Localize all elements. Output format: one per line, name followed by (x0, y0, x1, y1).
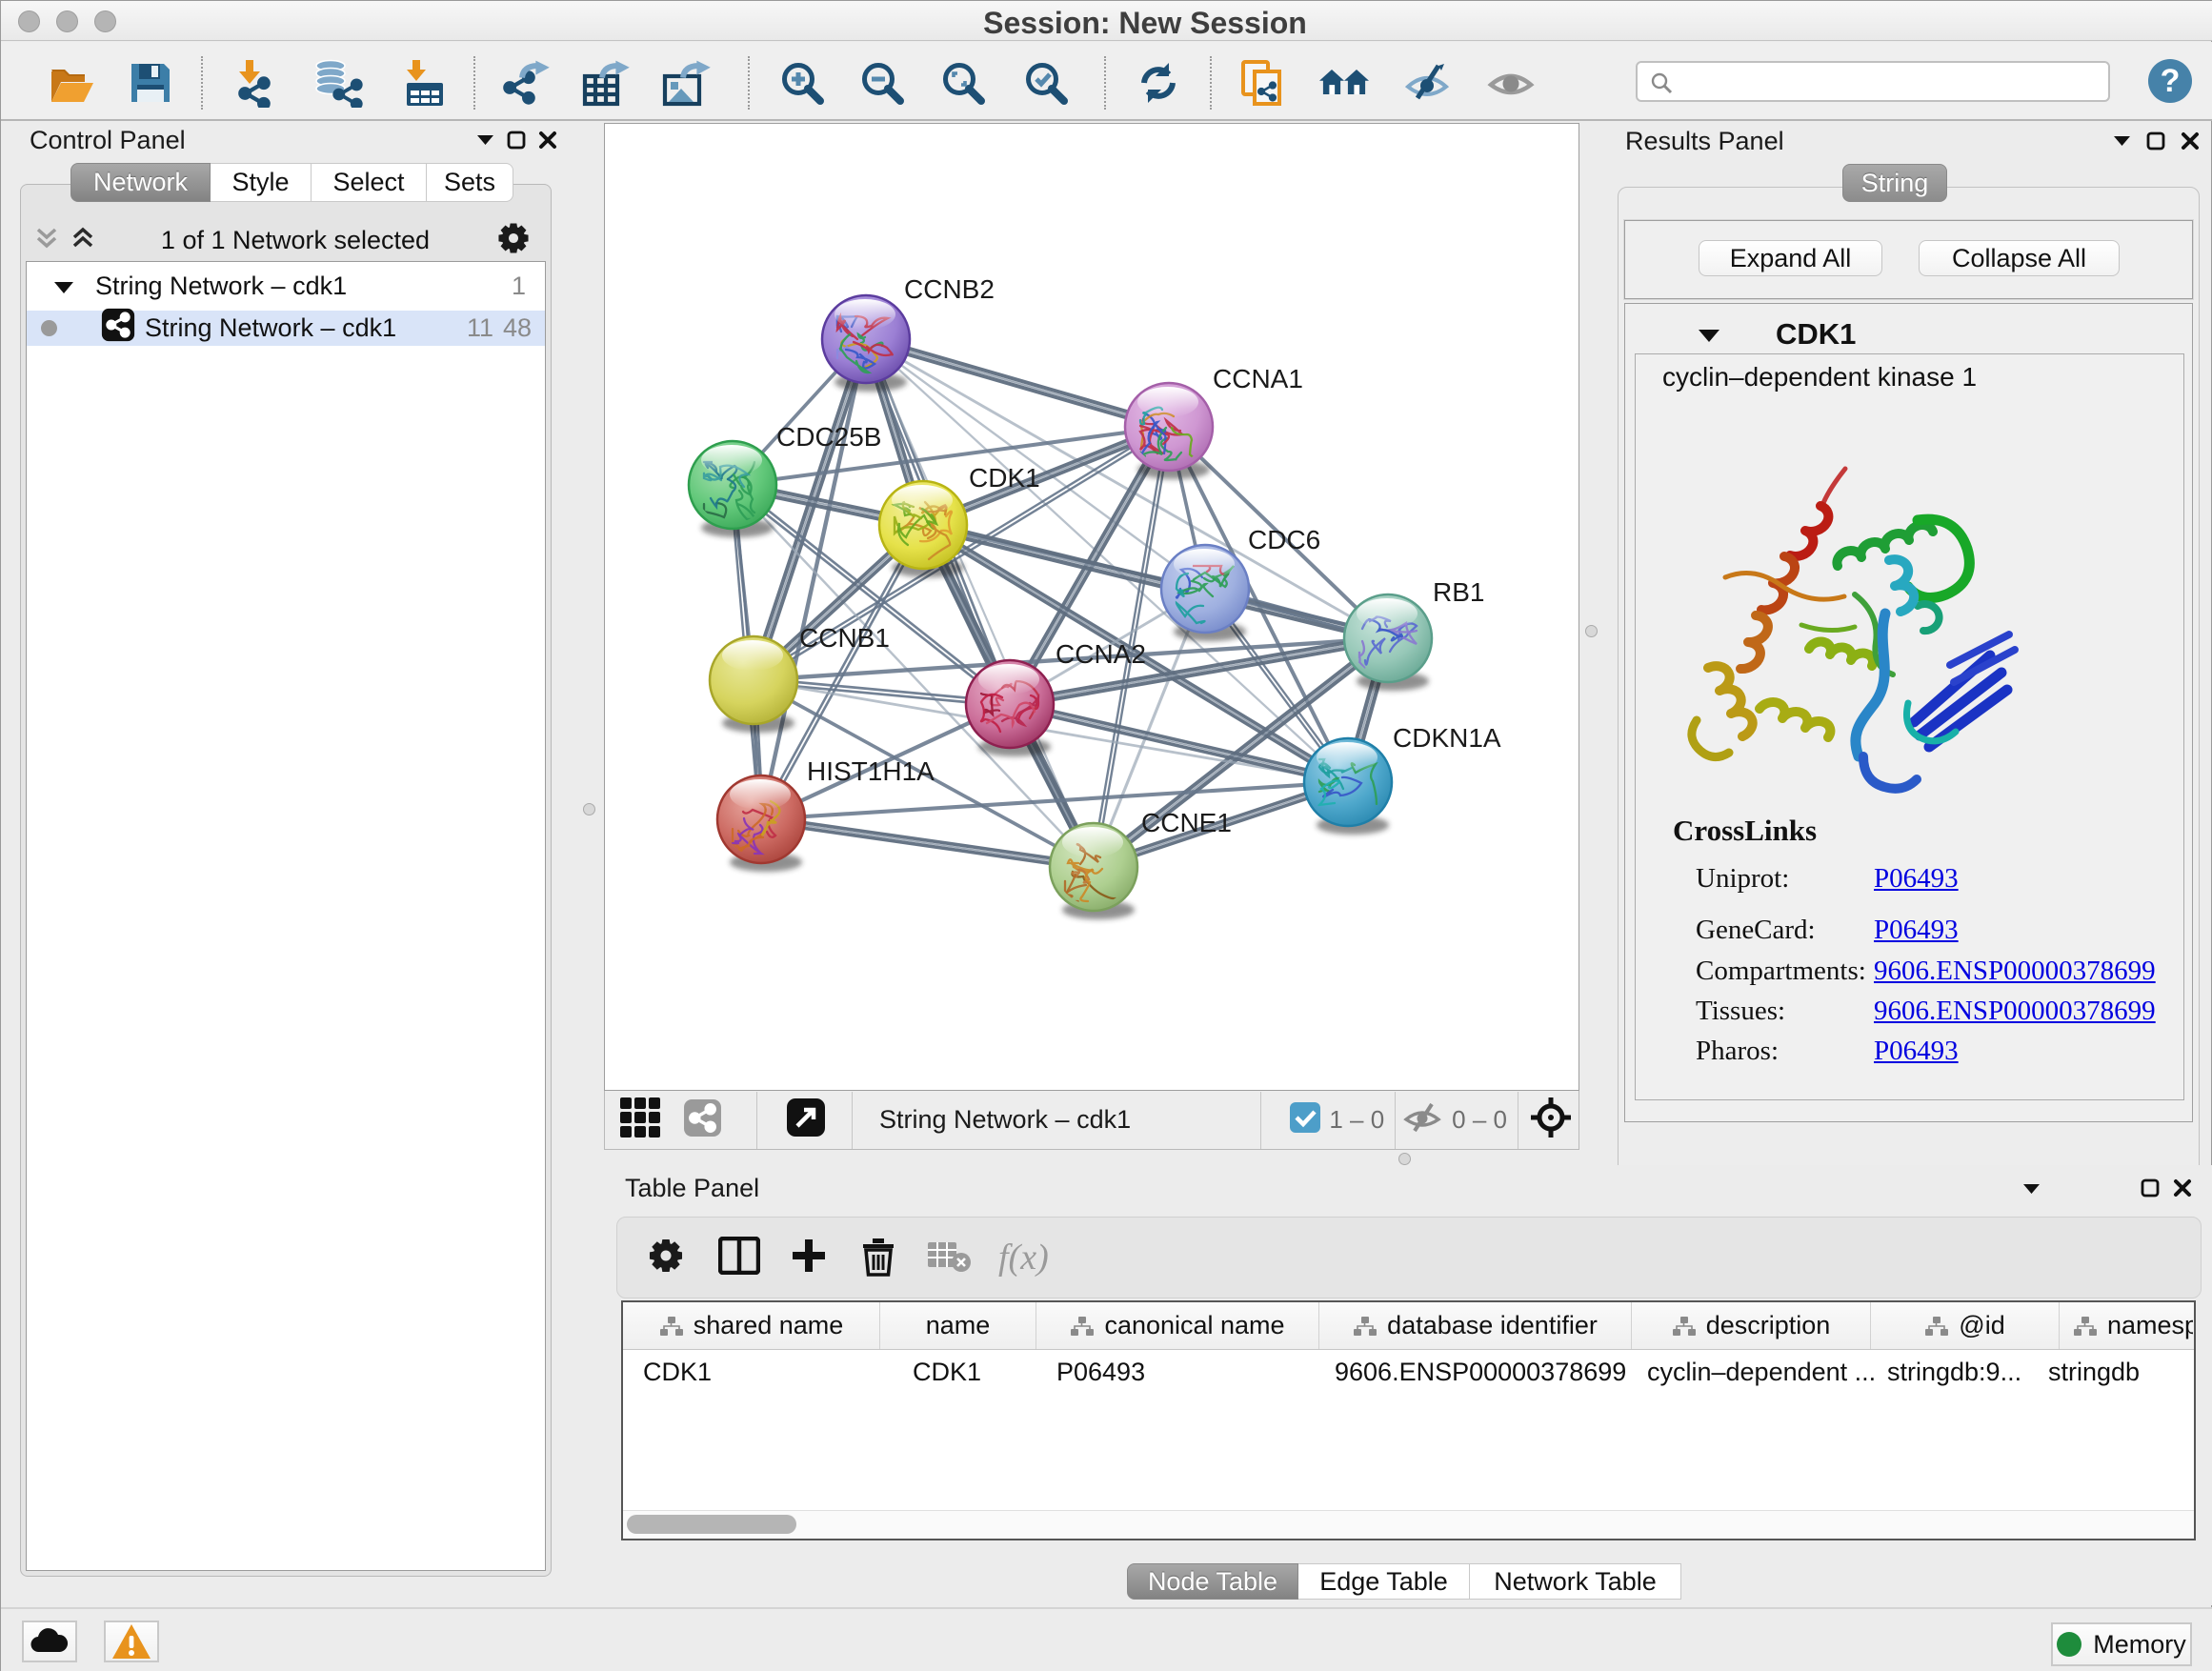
svg-text:RB1: RB1 (1433, 577, 1484, 607)
svg-text:CDK1: CDK1 (969, 463, 1040, 493)
svg-text:CDKN1A: CDKN1A (1393, 723, 1501, 753)
svg-text:CDC25B: CDC25B (776, 422, 881, 452)
svg-text:CDC6: CDC6 (1248, 525, 1320, 554)
svg-text:CCNE1: CCNE1 (1141, 808, 1232, 837)
svg-text:CCNB2: CCNB2 (904, 274, 995, 304)
svg-text:HIST1H1A: HIST1H1A (807, 756, 935, 786)
svg-text:CCNA1: CCNA1 (1213, 364, 1303, 393)
svg-text:CCNA2: CCNA2 (1056, 639, 1146, 669)
svg-text:CCNB1: CCNB1 (799, 623, 890, 653)
